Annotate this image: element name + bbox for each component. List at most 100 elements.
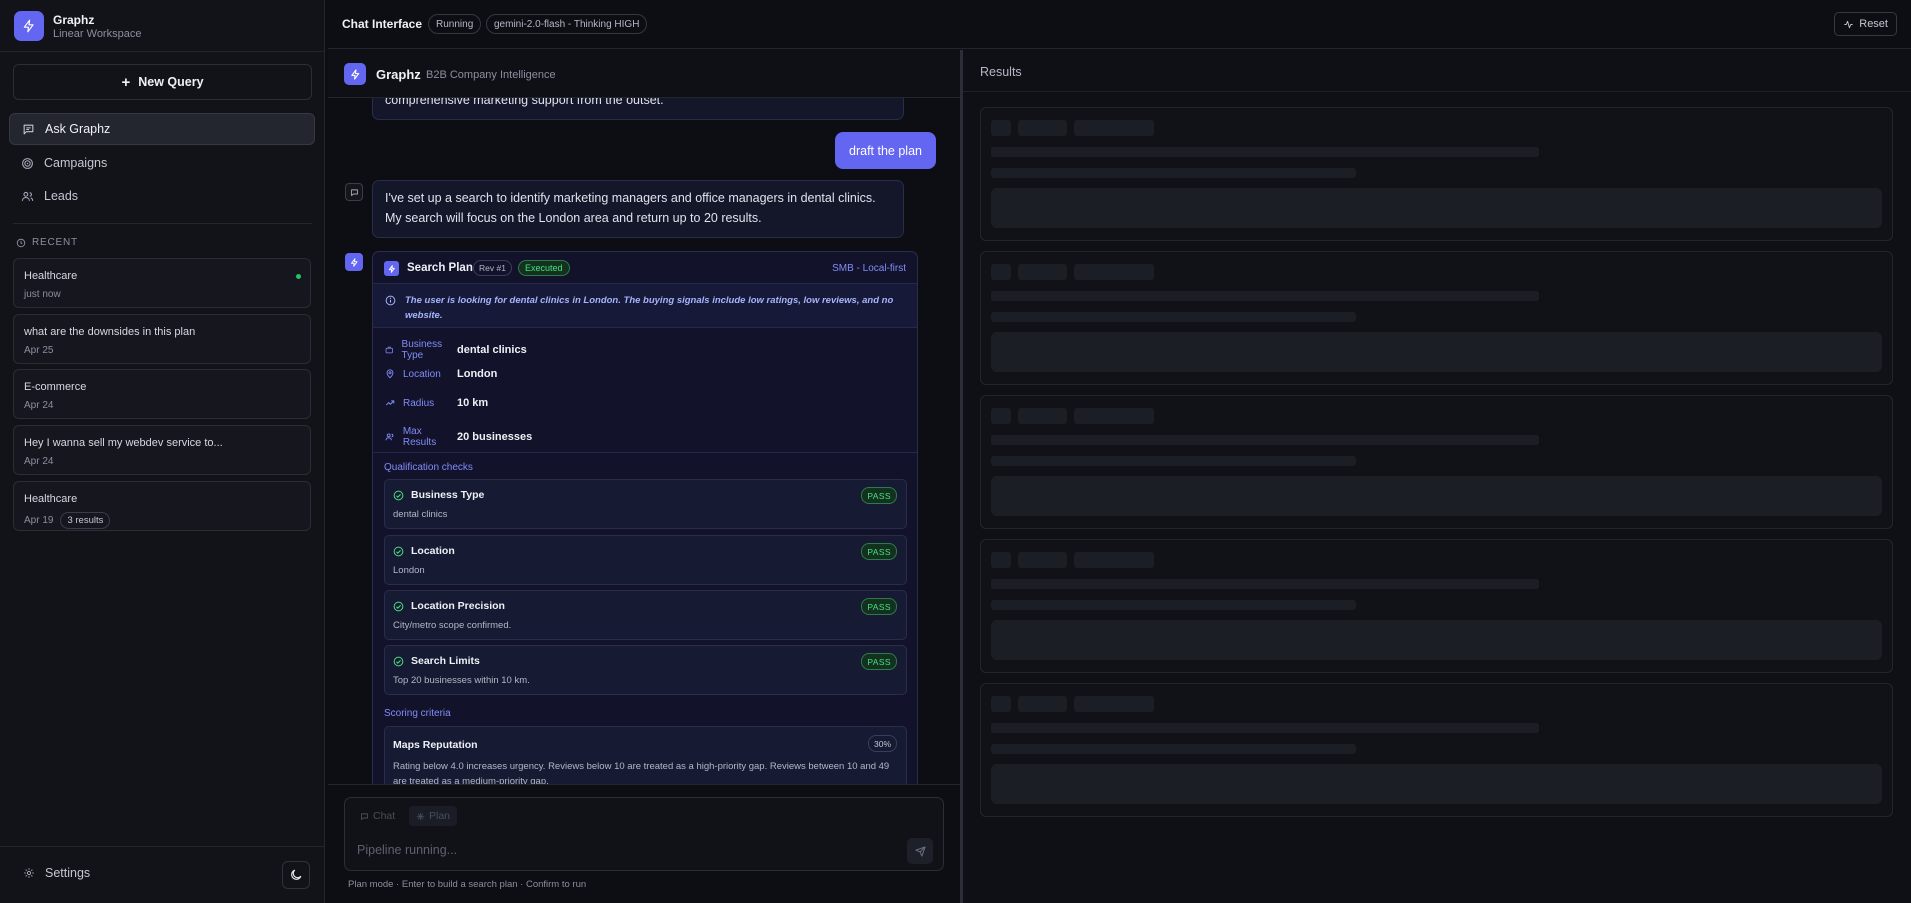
skeleton-block [1018,552,1067,568]
field-key: Business Type [401,339,443,361]
map-pin-icon [386,369,394,379]
field-key: Max Results [402,426,437,448]
field-value: 10 km [457,397,489,409]
skeleton-line [991,291,1539,301]
check-description: Top 20 businesses within 10 km. [393,675,530,686]
assistant-message: I've set up a search to identify marketi… [372,180,904,238]
result-skeleton-card [980,251,1893,385]
check-pass-badge: PASS [861,543,897,560]
skeleton-line [991,312,1356,322]
brand[interactable]: Graphz Linear Workspace [14,11,141,41]
plan-header: Search Plan Rev #1 Executed SMB - Local-… [373,252,917,284]
recent-item-date: Apr 24 [24,456,54,467]
nav-leads[interactable]: Leads [9,180,315,212]
send-button[interactable] [907,838,933,864]
status-badge: Running [428,14,482,34]
recent-item-title: Healthcare [24,493,78,505]
scoring-criteria-label: Scoring criteria [384,708,451,719]
message-input[interactable] [357,843,877,857]
result-skeleton-card [980,395,1893,529]
recent-item[interactable]: what are the downsides in this plan Apr … [13,314,311,364]
plan-title: Search Plan [407,262,473,274]
recent-item[interactable]: Healthcare Apr 19 3 results [13,481,311,531]
plus-icon: + [121,73,131,91]
skeleton-block [1074,120,1154,136]
reset-button[interactable]: Reset [1834,12,1897,36]
moon-icon [291,869,302,880]
users-icon [385,433,394,441]
recent-item-date: Apr 19 [24,515,54,526]
check-title: Location Precision [411,600,505,612]
skeleton-block [1074,552,1154,568]
scoring-criterion: Maps Reputation 30% Rating below 4.0 inc… [384,726,907,784]
field-value: London [457,368,498,380]
reset-label: Reset [1859,18,1888,30]
search-plan-card: Search Plan Rev #1 Executed SMB - Local-… [372,251,918,784]
assistant-message-text: comprehensive marketing support from the… [385,98,664,107]
qualification-check: Search Limits Top 20 businesses within 1… [384,645,907,695]
check-pass-badge: PASS [861,653,897,670]
chat-icon [23,124,34,134]
workspace-name: Linear Workspace [53,27,142,40]
mode-tab-plan[interactable]: Plan [409,806,458,826]
plan-field-max-results: Max Results 20 businesses [385,426,532,448]
skeleton-block [991,552,1011,568]
recent-item-date: Apr 25 [24,345,54,356]
results-panel: Results [963,50,1911,903]
settings-button[interactable]: Settings [23,866,90,880]
new-query-button[interactable]: + New Query [13,64,312,100]
plan-field-location: Location London [385,368,497,380]
field-value: dental clinics [457,344,527,356]
assistant-chat-avatar-icon [345,183,363,201]
mode-tab-chat[interactable]: Chat [353,806,402,826]
result-skeleton-card [980,107,1893,241]
recent-item[interactable]: Hey I wanna sell my webdev service to...… [13,425,311,475]
check-circle-icon [393,490,404,501]
skeleton-line [991,744,1356,754]
theme-toggle-button[interactable] [282,861,310,889]
skeleton-block [1074,264,1154,280]
plan-revision-badge: Rev #1 [473,260,512,276]
users-icon [21,191,34,201]
skeleton-block [991,264,1011,280]
skeleton-line [991,435,1539,445]
model-badge[interactable]: gemini-2.0-flash - Thinking HIGH [486,14,648,34]
top-bar: Chat Interface Running gemini-2.0-flash … [328,0,1911,49]
field-value: 20 businesses [457,431,533,443]
criterion-description: Rating below 4.0 increases urgency. Revi… [393,761,890,784]
check-title: Business Type [411,489,485,501]
skeleton-block [991,120,1011,136]
info-icon [385,295,396,306]
recent-item[interactable]: Healthcare just now [13,258,311,308]
graphz-logo-icon [344,63,366,85]
qualification-check: Location London PASS [384,535,907,585]
nav-campaigns[interactable]: Campaigns [9,147,315,179]
criterion-title: Maps Reputation [393,739,478,751]
gear-icon [24,868,34,878]
graphz-logo-icon [14,11,44,41]
skeleton-block [1018,120,1067,136]
plan-summary-text: The user is looking for dental clinics i… [405,295,894,321]
chat-messages[interactable]: comprehensive marketing support from the… [328,98,960,784]
plan-field-business-type: Business Type dental clinics [385,339,527,361]
recent-item-date: Apr 24 [24,400,54,411]
recent-item[interactable]: E-commerce Apr 24 [13,369,311,419]
plan-status-badge: Executed [518,260,570,276]
qualification-check: Location Precision City/metro scope conf… [384,590,907,640]
skeleton-line [991,168,1356,178]
plan-field-radius: Radius 10 km [385,397,488,409]
graphz-avatar-icon [345,253,363,271]
qualification-check: Business Type dental clinics PASS [384,479,907,529]
composer-hint: Plan mode · Enter to build a search plan… [348,879,587,890]
recent-item-title: Hey I wanna sell my webdev service to... [24,437,223,449]
trend-icon [385,400,395,406]
chat-icon [361,812,368,820]
results-count-badge: 3 results [60,512,111,529]
nav-ask-graphz[interactable]: Ask Graphz [9,113,315,145]
user-message: draft the plan [835,132,936,169]
plan-divider [373,452,917,453]
new-query-label: New Query [138,75,204,89]
sidebar: Graphz Linear Workspace + New Query Ask … [0,0,325,903]
skeleton-line [991,147,1539,157]
results-divider [963,91,1911,92]
